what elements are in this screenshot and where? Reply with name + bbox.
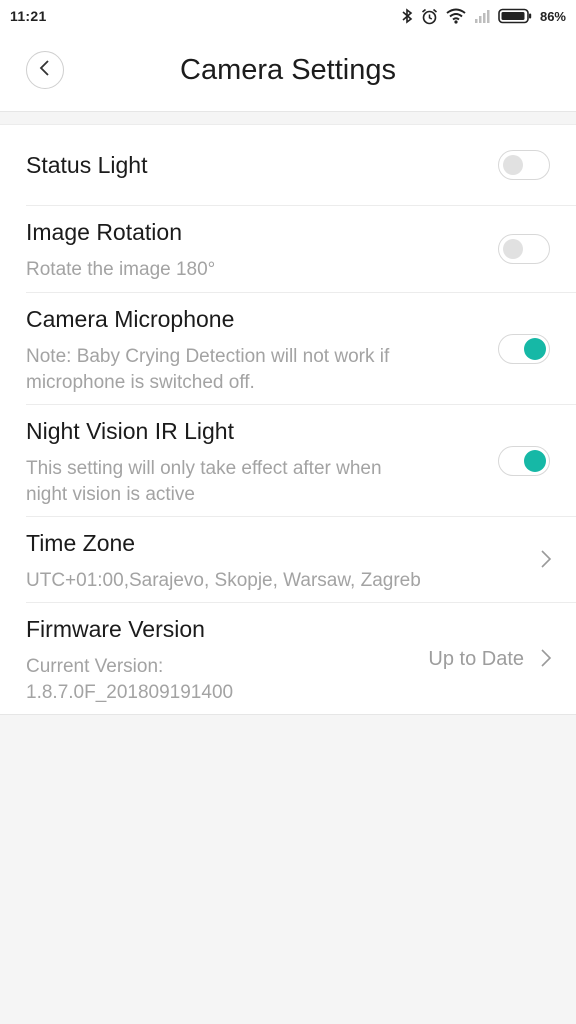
image-rotation-subtitle: Rotate the image 180° [26,259,216,280]
status-icons: 86% [401,8,566,25]
night-vision-subtitle: This setting will only take effect after… [26,458,382,505]
time-zone-subtitle: UTC+01:00,Sarajevo, Skopje, Warsaw, Zagr… [26,570,421,591]
camera-microphone-subtitle: Note: Baby Crying Detection will not wor… [26,346,390,393]
toggle-knob [524,450,546,472]
image-rotation-toggle[interactable] [498,234,550,264]
header: Camera Settings [0,32,576,112]
status-light-row: Status Light [26,125,576,206]
chevron-right-icon [540,648,552,673]
bluetooth-icon [401,8,413,24]
night-vision-row: Night Vision IR Light This setting will … [26,405,576,517]
toggle-knob [503,239,523,259]
image-rotation-title: Image Rotation [26,219,182,245]
firmware-status: Up to Date [428,648,524,670]
firmware-version-value: 1.8.7.0F_201809191400 [26,682,234,703]
camera-microphone-row: Camera Microphone Note: Baby Crying Dete… [26,293,576,405]
firmware-version-row[interactable]: Firmware Version Current Version: 1.8.7.… [26,603,576,714]
alarm-icon [421,8,438,25]
wifi-icon [446,8,466,24]
firmware-current-label: Current Version: [26,656,164,677]
night-vision-toggle[interactable] [498,446,550,476]
chevron-right-icon [540,549,552,574]
status-bar: 11:21 86% [0,0,576,32]
toggle-knob [524,338,546,360]
time-zone-title: Time Zone [26,530,136,556]
night-vision-title: Night Vision IR Light [26,418,234,444]
camera-settings-screen: 11:21 86% Camera Settings Status Light I… [0,0,576,1024]
page-title: Camera Settings [180,54,396,86]
time-zone-row[interactable]: Time Zone UTC+01:00,Sarajevo, Skopje, Wa… [26,517,576,603]
toggle-knob [503,155,523,175]
status-time: 11:21 [10,8,47,24]
camera-microphone-title: Camera Microphone [26,306,235,332]
signal-icon [474,9,490,23]
firmware-version-title: Firmware Version [26,616,205,642]
settings-list: Status Light Image Rotation Rotate the i… [0,124,576,715]
battery-icon [498,8,532,24]
camera-microphone-toggle[interactable] [498,334,550,364]
battery-percent: 86% [539,8,566,24]
image-rotation-row: Image Rotation Rotate the image 180° [26,206,576,293]
status-light-toggle[interactable] [498,150,550,180]
status-light-title: Status Light [26,152,148,178]
